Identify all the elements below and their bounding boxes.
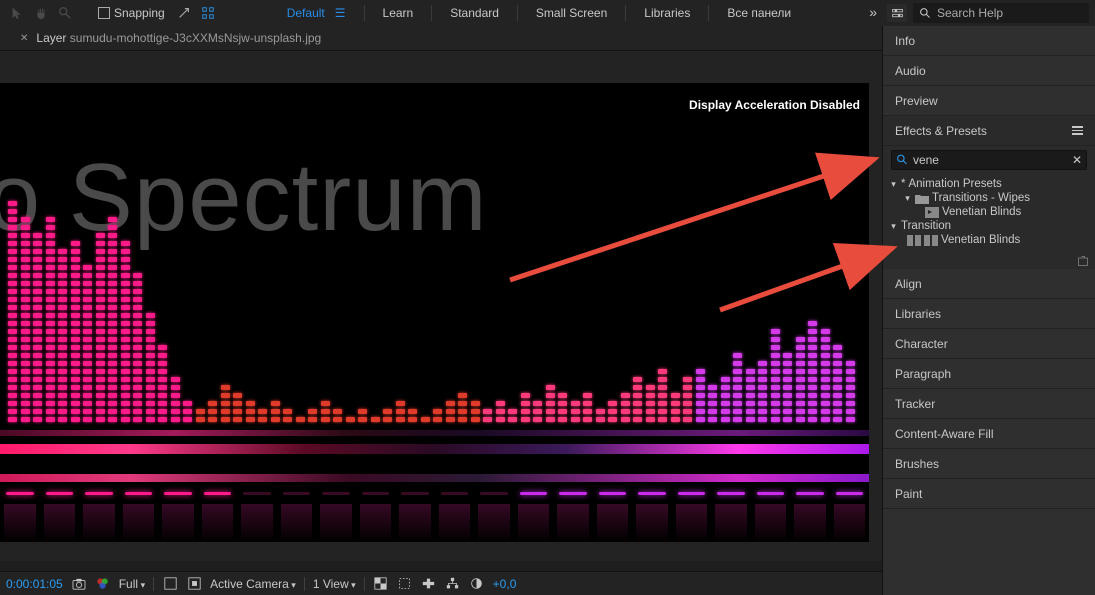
mask-icon[interactable] <box>186 576 202 592</box>
panel-align[interactable]: Align <box>883 269 1095 299</box>
workspace-default[interactable]: Default☰ <box>269 0 364 26</box>
new-bin-icon[interactable] <box>1077 255 1089 267</box>
panel-menu-icon[interactable] <box>1072 126 1083 135</box>
panel-character[interactable]: Character <box>883 329 1095 359</box>
top-menu-bar: Snapping Default☰ Learn Standard Small S… <box>0 0 1095 26</box>
panel-effects-presets-header[interactable]: Effects & Presets <box>883 116 1095 146</box>
workspace-libraries[interactable]: Libraries <box>626 0 708 26</box>
keyboard-keys <box>0 482 869 542</box>
close-tab-icon[interactable]: ✕ <box>20 33 28 44</box>
workspace-small-screen[interactable]: Small Screen <box>518 0 625 26</box>
keyboard-strip <box>0 474 869 482</box>
workspace-all-panels[interactable]: Все панели <box>709 0 809 26</box>
workspace-standard[interactable]: Standard <box>432 0 517 26</box>
timecode[interactable]: 0:00:01:05 <box>6 577 63 591</box>
effects-panel-footer <box>883 253 1095 269</box>
layer-tab-strip: ✕ Layer sumudu-mohottige-J3cXXMsNsjw-uns… <box>0 26 882 50</box>
folder-icon <box>915 193 929 204</box>
layer-title-text: dio Spectrum <box>0 143 488 253</box>
search-help-input[interactable] <box>937 6 1077 20</box>
hand-tool-icon[interactable] <box>30 4 52 22</box>
panel-tracker[interactable]: Tracker <box>883 389 1095 419</box>
timeline-nav-icon[interactable] <box>421 576 437 592</box>
exposure-icon[interactable] <box>469 576 485 592</box>
keyboard-strip <box>0 430 869 436</box>
composition-viewer: Display Acceleration Disabled dio Spectr… <box>0 50 882 561</box>
channels-icon[interactable] <box>95 576 111 592</box>
selection-tool-icon[interactable] <box>6 4 28 22</box>
search-help-box[interactable] <box>913 3 1089 23</box>
camera-dropdown[interactable]: Active Camera <box>210 577 296 591</box>
tree-venetian-blinds-preset[interactable]: Venetian Blinds <box>883 205 1095 219</box>
clear-search-icon[interactable]: ✕ <box>1072 153 1082 167</box>
right-panel-column: Info Audio Preview Effects & Presets ✕ ▾… <box>882 26 1095 595</box>
effects-tree: ▾* Animation Presets ▾ Transitions - Wip… <box>883 174 1095 253</box>
panel-libraries[interactable]: Libraries <box>883 299 1095 329</box>
viewer-control-bar: 0:00:01:05 Full Active Camera 1 View +0,… <box>0 571 882 595</box>
effects-search-box[interactable]: ✕ <box>891 150 1087 170</box>
exposure-value[interactable]: +0,0 <box>493 577 517 591</box>
effect-icon <box>924 235 938 246</box>
snapping-toggle[interactable]: Snapping <box>98 6 165 20</box>
views-dropdown[interactable]: 1 View <box>313 577 356 591</box>
preset-icon <box>925 207 939 218</box>
grid-icon[interactable] <box>162 576 178 592</box>
tree-animation-presets[interactable]: ▾* Animation Presets <box>883 177 1095 191</box>
snapshot-icon[interactable] <box>71 576 87 592</box>
region-icon[interactable] <box>397 576 413 592</box>
toggle-transparent-icon[interactable] <box>373 576 389 592</box>
snap-option-icon-2[interactable] <box>197 4 219 22</box>
snap-option-icon-1[interactable] <box>173 4 195 22</box>
more-workspaces-icon[interactable]: » <box>869 4 877 20</box>
keyboard-strip <box>0 444 869 454</box>
effect-icon <box>907 235 921 246</box>
tree-transitions-wipes[interactable]: ▾ Transitions - Wipes <box>883 191 1095 205</box>
zoom-tool-icon[interactable] <box>54 4 76 22</box>
search-icon <box>919 7 932 20</box>
effects-search-input[interactable] <box>913 153 1068 167</box>
snapping-checkbox-icon <box>98 7 110 19</box>
settings-icon[interactable] <box>887 4 907 22</box>
panel-content-aware-fill[interactable]: Content-Aware Fill <box>883 419 1095 449</box>
panel-brushes[interactable]: Brushes <box>883 449 1095 479</box>
panel-info[interactable]: Info <box>883 26 1095 56</box>
panel-preview[interactable]: Preview <box>883 86 1095 116</box>
flowchart-icon[interactable] <box>445 576 461 592</box>
workspace-switcher: Default☰ Learn Standard Small Screen Lib… <box>269 0 809 26</box>
snapping-label: Snapping <box>114 6 165 20</box>
search-icon <box>896 153 909 167</box>
tree-transition[interactable]: ▾ Transition <box>883 219 1095 233</box>
magnification-dropdown[interactable]: Full <box>119 577 145 591</box>
workspace-learn[interactable]: Learn <box>365 0 432 26</box>
panel-paint[interactable]: Paint <box>883 479 1095 509</box>
tree-venetian-blinds-effect[interactable]: Venetian Blinds <box>883 233 1095 247</box>
panel-paragraph[interactable]: Paragraph <box>883 359 1095 389</box>
panel-audio[interactable]: Audio <box>883 56 1095 86</box>
layer-tab[interactable]: Layer sumudu-mohottige-J3cXXMsNsjw-unspl… <box>36 31 321 45</box>
workspace-options-icon[interactable]: ☰ <box>335 6 346 20</box>
display-acceleration-msg: Display Acceleration Disabled <box>689 98 860 112</box>
